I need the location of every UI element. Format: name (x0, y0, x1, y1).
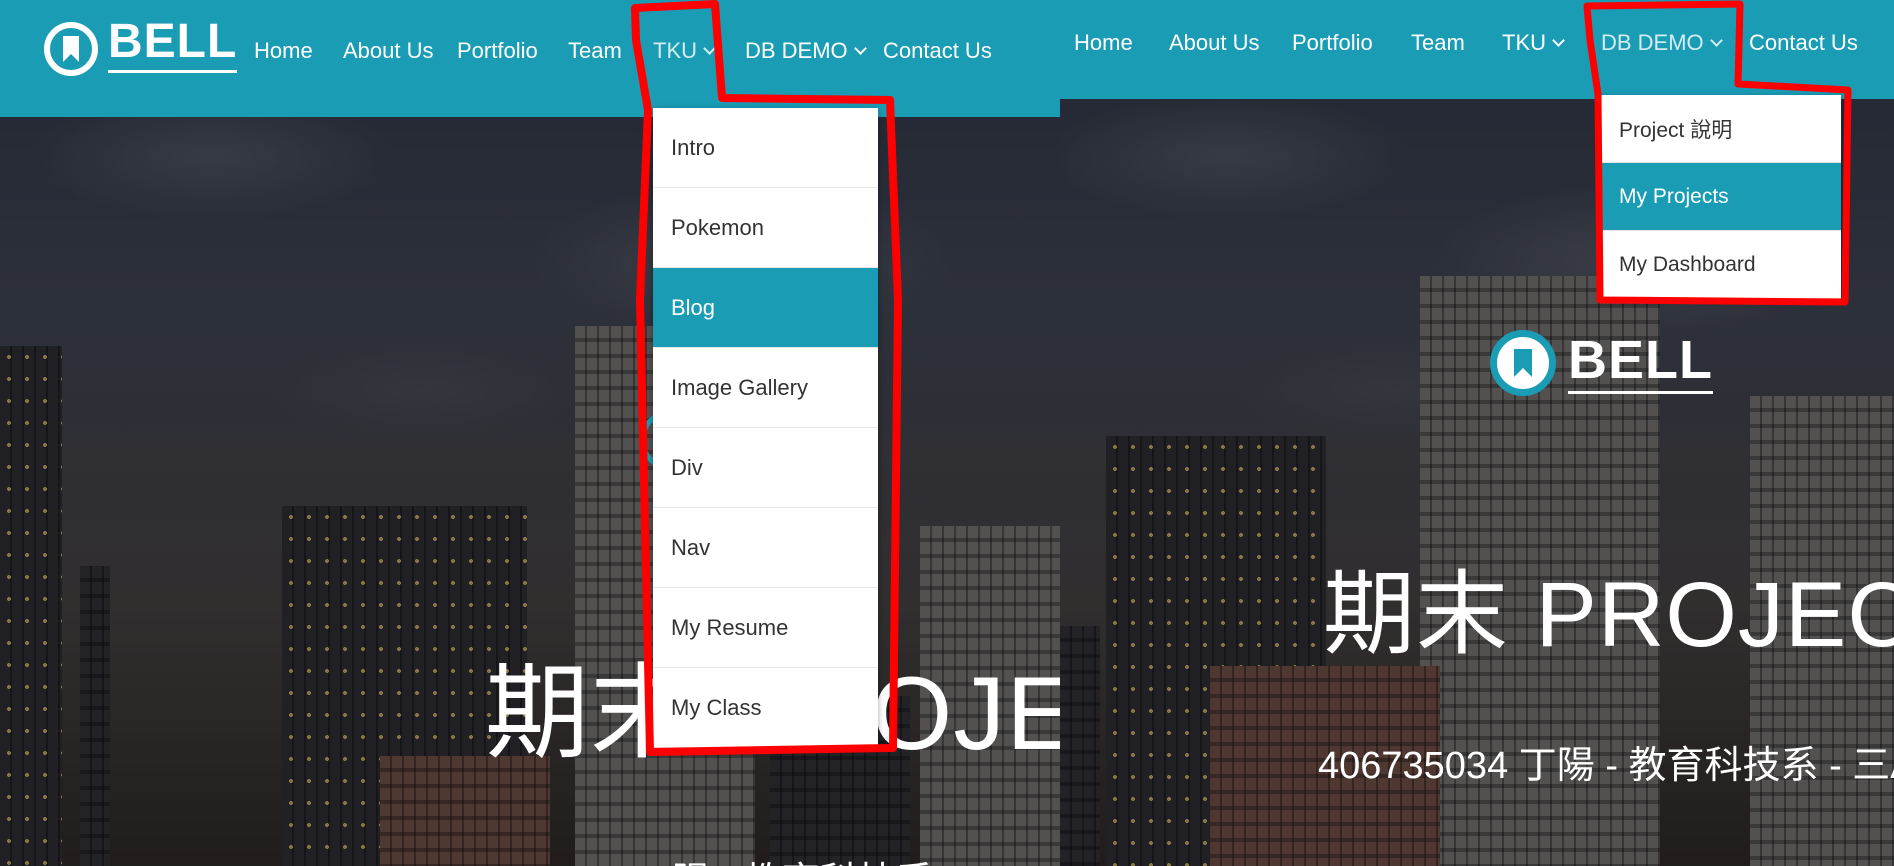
nav-db-demo-label: DB DEMO (745, 38, 848, 63)
tku-menu-item-div[interactable]: Div (653, 428, 878, 508)
nav-db-demo-dropdown[interactable]: DB DEMO (745, 38, 867, 64)
top-navbar: Home About Us Portfolio Team TKU DB DEMO… (1060, 0, 1894, 99)
nav-about-us[interactable]: About Us (343, 38, 434, 64)
nav-team[interactable]: Team (1411, 30, 1465, 56)
chevron-down-icon (1709, 34, 1723, 47)
nav-portfolio[interactable]: Portfolio (457, 38, 538, 64)
tku-menu-item-nav[interactable]: Nav (653, 508, 878, 588)
hero-subtitle-partial: 陽 - 教育科技系 (672, 850, 934, 866)
left-screenshot-panel: BELL Home About Us Portfolio Team TKU DB… (0, 0, 1060, 866)
nav-tku-dropdown[interactable]: TKU (1502, 30, 1565, 56)
chevron-down-icon (853, 42, 867, 55)
tku-dropdown-menu: Intro Pokemon Blog Image Gallery Div Nav My Re… (653, 108, 878, 748)
db-menu-item-my-dashboard[interactable]: My Dashboard (1601, 231, 1841, 299)
brand-logo[interactable]: BELL (44, 14, 238, 76)
db-menu-item-my-projects[interactable]: My Projects (1601, 163, 1841, 231)
right-screenshot-panel: Home About Us Portfolio Team TKU DB DEMO… (1060, 0, 1894, 866)
db-menu-item-project[interactable]: Project 說明 (1601, 95, 1841, 163)
nav-home[interactable]: Home (1074, 30, 1133, 56)
nav-about-us[interactable]: About Us (1169, 30, 1260, 56)
chevron-down-icon (1552, 34, 1565, 47)
tku-menu-item-my-class[interactable]: My Class (653, 668, 878, 748)
nav-db-demo-dropdown[interactable]: DB DEMO (1601, 30, 1723, 56)
db-demo-dropdown-menu: Project 說明 My Projects My Dashboard (1601, 95, 1841, 299)
bookmark-icon (1490, 330, 1556, 396)
hero-logo: BELL (1490, 330, 1713, 396)
nav-home[interactable]: Home (254, 38, 313, 64)
tku-menu-item-pokemon[interactable]: Pokemon (653, 188, 878, 268)
nav-portfolio[interactable]: Portfolio (1292, 30, 1373, 56)
tku-menu-item-blog[interactable]: Blog (653, 268, 878, 348)
nav-db-demo-label: DB DEMO (1601, 30, 1704, 55)
tku-menu-item-intro[interactable]: Intro (653, 108, 878, 188)
nav-tku-dropdown[interactable]: TKU (653, 38, 716, 64)
hero-subtitle: 406735034 丁陽 - 教育科技系 - 三A (1318, 745, 1894, 787)
nav-team[interactable]: Team (568, 38, 622, 64)
chevron-down-icon (703, 42, 716, 55)
nav-tku-label: TKU (1502, 30, 1546, 55)
nav-contact-us[interactable]: Contact Us (1749, 30, 1858, 56)
top-navbar: BELL Home About Us Portfolio Team TKU DB… (0, 0, 1060, 117)
bookmark-icon (44, 22, 98, 76)
hero-title: 期末 PROJECT (1323, 564, 1894, 666)
nav-tku-label: TKU (653, 38, 697, 63)
hero-logo-name: BELL (1568, 333, 1713, 394)
tku-menu-item-image-gallery[interactable]: Image Gallery (653, 348, 878, 428)
nav-contact-us[interactable]: Contact Us (883, 38, 992, 64)
brand-name: BELL (108, 17, 238, 73)
tku-menu-item-my-resume[interactable]: My Resume (653, 588, 878, 668)
